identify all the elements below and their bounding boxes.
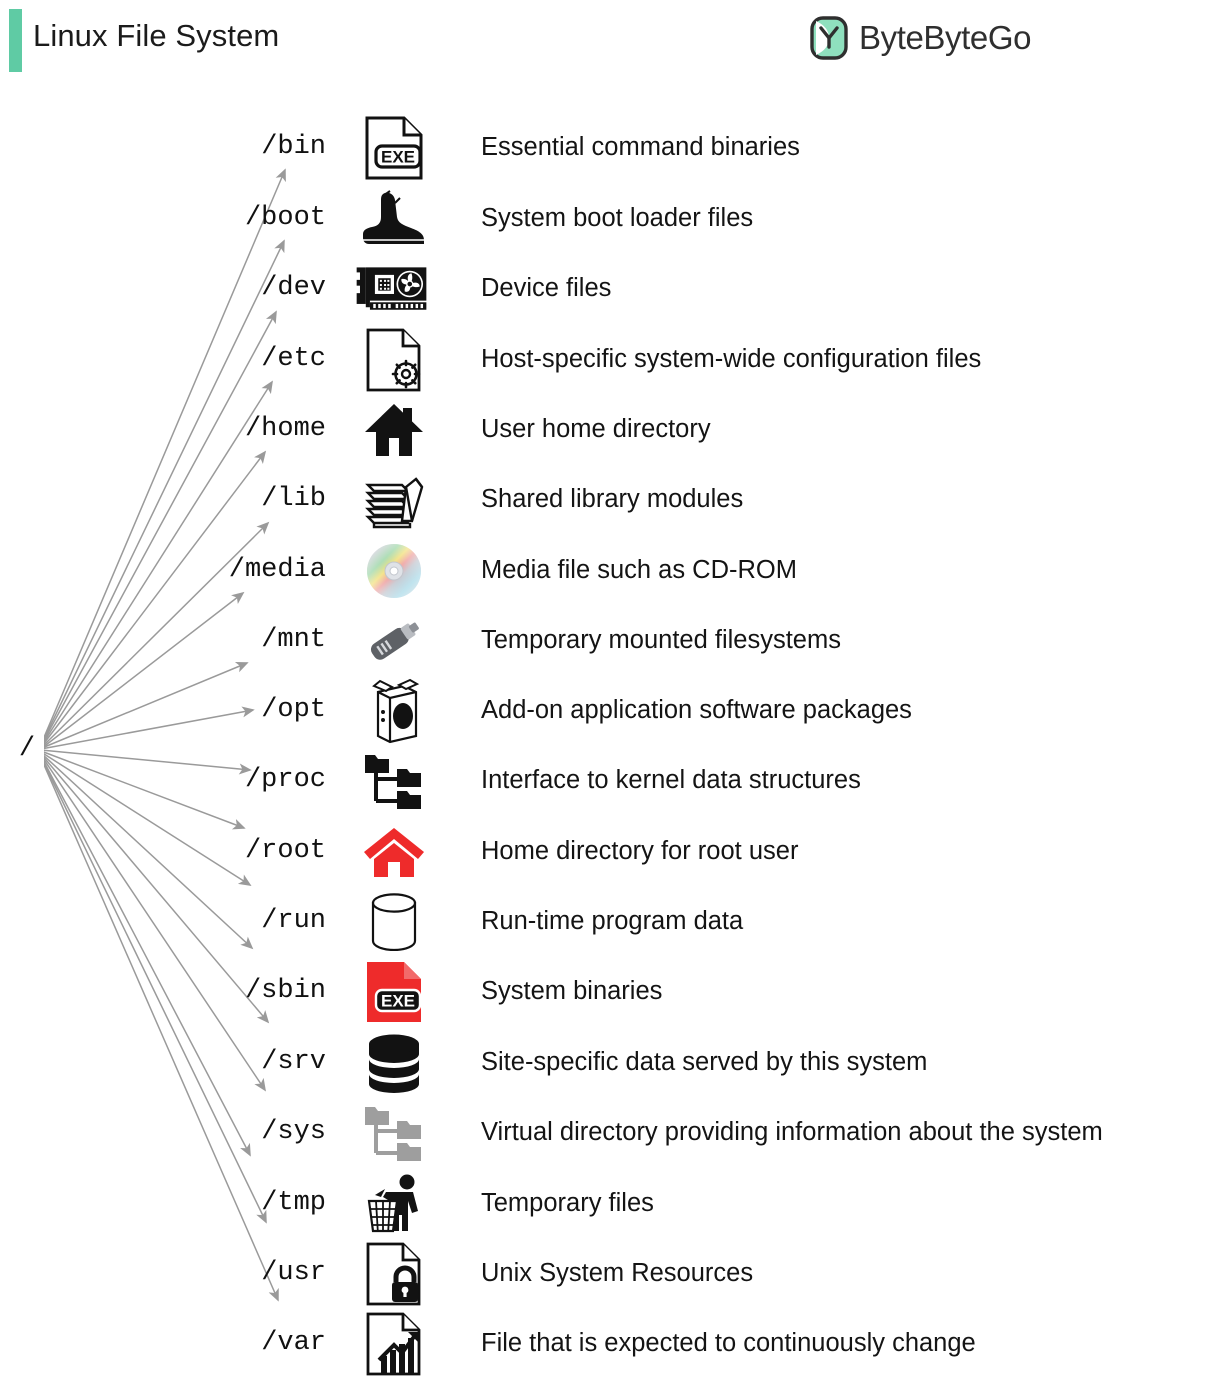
row-path: /tmp [261,1188,326,1218]
brand-name: ByteByteGo [859,19,1032,56]
folder-tree-icon [355,745,433,816]
row-description: Virtual directory providing information … [481,1118,1103,1146]
usb-drive-icon [355,605,433,676]
page-header: Linux File System ByteByteGo [0,0,1212,92]
row-description: User home directory [481,415,711,443]
table-row: /srv Site-specific data served by this s… [0,1027,1212,1098]
row-description: Host-specific system-wide configuration … [481,345,982,373]
row-description: Run-time program data [481,907,744,935]
file-lock-icon [355,1238,433,1309]
table-row: /sys Virtual directory providing informa… [0,1097,1212,1168]
accent-bar [9,9,22,72]
row-path: /sbin [244,976,326,1006]
table-row: /tmp Temporary files [0,1168,1212,1239]
row-path: /bin [261,132,326,162]
row-description: Interface to kernel data structures [481,766,861,794]
svg-text:EXE: EXE [381,147,415,166]
row-path: /srv [261,1047,326,1077]
folder-tree-gray-icon [355,1097,433,1168]
table-row: /run Run-time program data [0,886,1212,957]
row-description: Add-on application software packages [481,696,912,724]
row-description: File that is expected to continuously ch… [481,1329,976,1357]
row-description: Device files [481,274,612,302]
row-path: /var [261,1328,326,1358]
row-path: /media [228,555,326,585]
house-icon [355,394,433,465]
row-description: Home directory for root user [481,837,799,865]
exe-file-red-icon: EXE [355,956,433,1027]
row-path: /mnt [261,625,326,655]
table-row: /boot System boot loader files [0,183,1212,254]
table-row: /proc Interface to kernel data structure… [0,745,1212,816]
table-row: /home User home directory [0,394,1212,465]
row-description: Unix System Resources [481,1259,754,1287]
table-row: /opt Add-on application software package… [0,675,1212,746]
row-path: /root [244,836,326,866]
table-row: /mnt Temporary mounted filesystems [0,605,1212,676]
svg-text:EXE: EXE [381,991,415,1010]
brand-logo: ByteByteGo [810,16,1031,60]
row-description: System boot loader files [481,204,754,232]
database-stack-icon [355,1027,433,1098]
row-description: Shared library modules [481,485,744,513]
row-description: Temporary files [481,1189,654,1217]
row-path: /etc [261,344,326,374]
row-path: /boot [244,203,326,233]
trash-person-icon [355,1168,433,1239]
file-gear-icon [355,324,433,395]
table-row: /var File that is expected to continuous… [0,1308,1212,1379]
row-description: Essential command binaries [481,133,800,161]
row-path: /home [244,414,326,444]
table-row: /root Home directory for root user [0,816,1212,887]
books-icon [355,464,433,535]
table-row: /bin EXE Essential command binaries [0,112,1212,183]
row-path: /run [261,906,326,936]
row-description: System binaries [481,977,663,1005]
row-description: Temporary mounted filesystems [481,626,841,654]
row-path: /sys [261,1117,326,1147]
table-row: /lib Shared library modules [0,464,1212,535]
root-node: / [10,731,44,767]
table-row: /usr Unix System Resources [0,1238,1212,1309]
exe-file-icon: EXE [355,112,433,183]
row-description: Site-specific data served by this system [481,1048,928,1076]
page-title: Linux File System [33,18,280,53]
device-card-icon [355,253,433,324]
row-description: Media file such as CD-ROM [481,556,797,584]
file-chart-icon [355,1308,433,1379]
boot-icon [355,183,433,254]
row-path: /usr [261,1258,326,1288]
software-box-icon [355,675,433,746]
table-row: /media Media file such as CD-ROM [0,535,1212,606]
bytebytego-logo-icon [810,16,848,60]
table-row: /dev Device files [0,253,1212,324]
row-path: /opt [261,695,326,725]
table-row: /etc Host-specific system-wide configura… [0,324,1212,395]
cylinder-icon [355,886,433,957]
house-red-icon [355,816,433,887]
table-row: /sbin EXE System binaries [0,956,1212,1027]
row-path: /lib [261,484,326,514]
row-path: /dev [261,273,326,303]
cd-disc-icon [355,535,433,606]
row-path: /proc [244,765,326,795]
